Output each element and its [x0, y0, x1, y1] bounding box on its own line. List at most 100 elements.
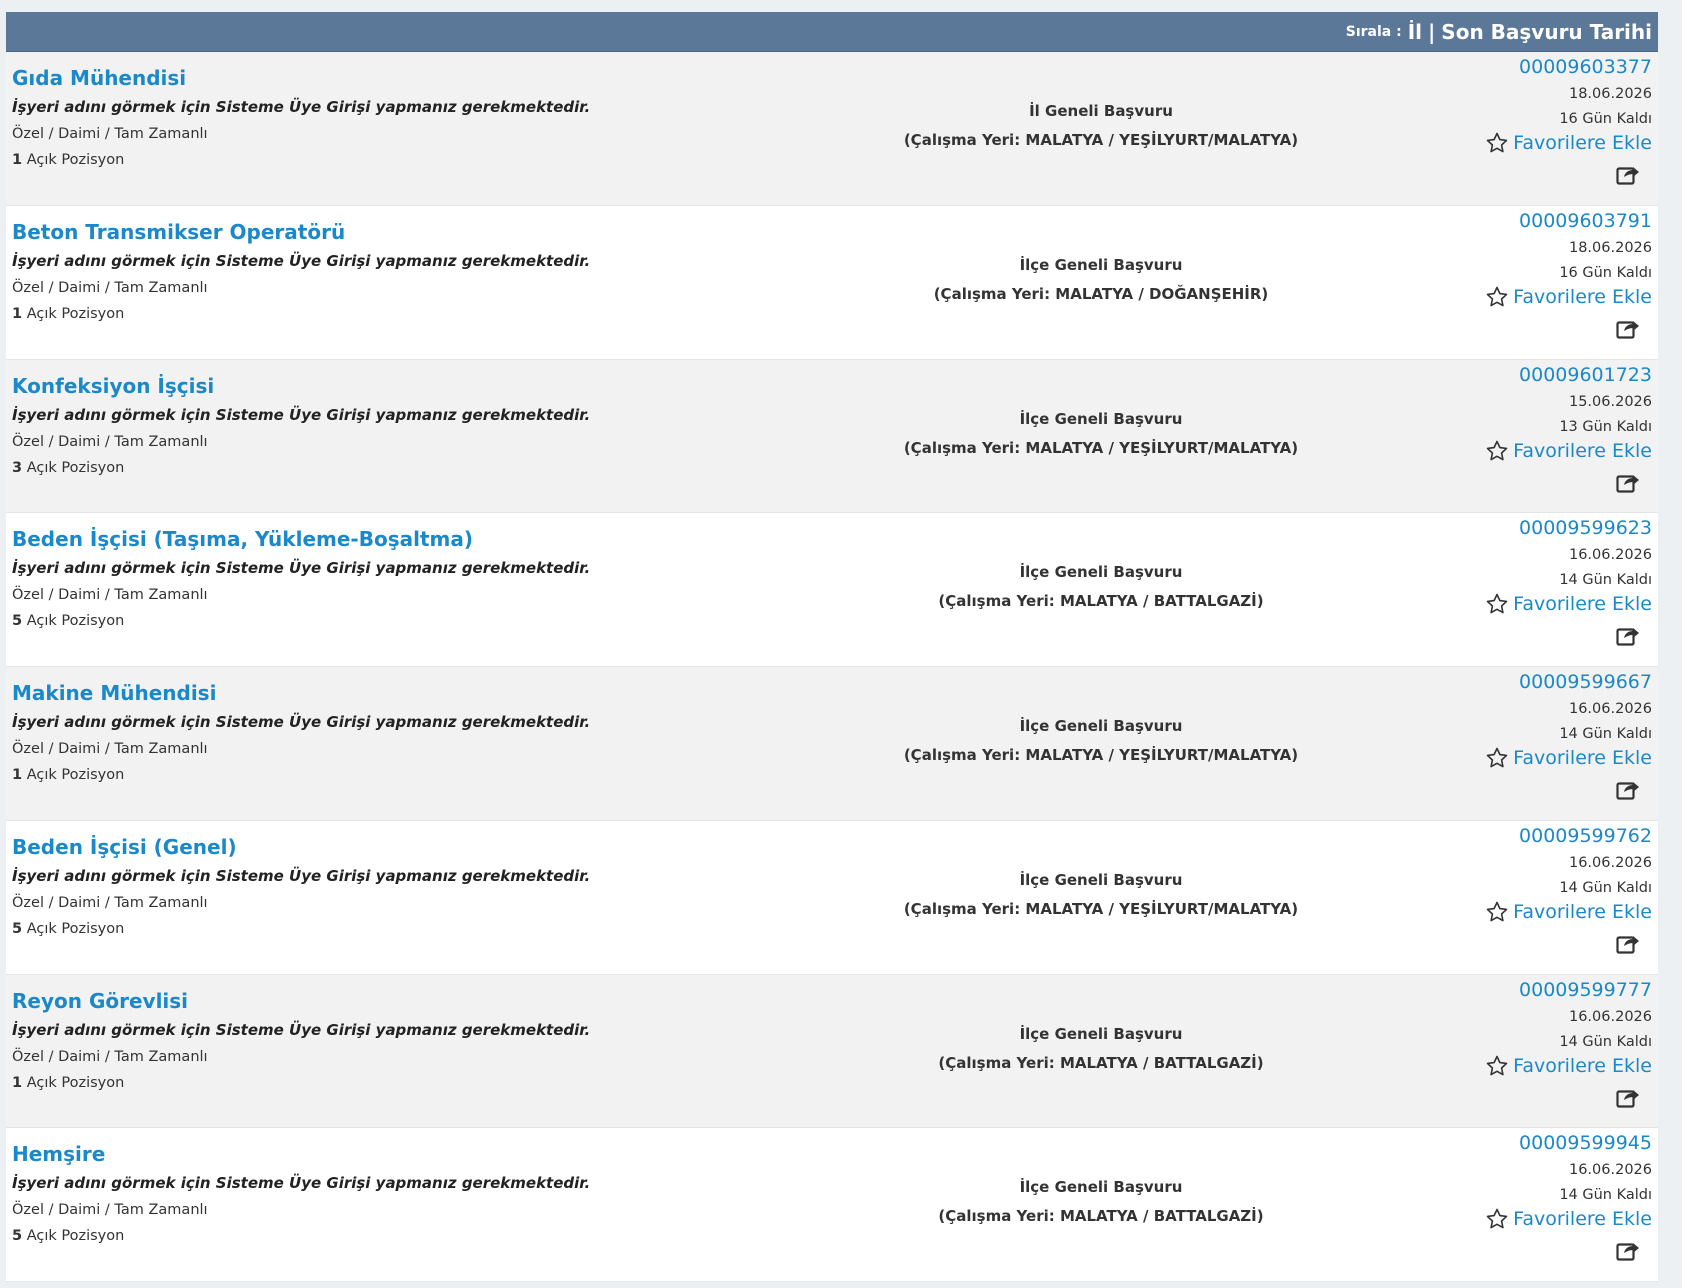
sort-bar: Sırala : İl | Son Başvuru Tarihi: [6, 12, 1658, 52]
job-meta: 00009601723 15.06.2026 13 Gün Kaldı Favo…: [1412, 364, 1652, 493]
employer-login-note: İşyeri adını görmek için Sisteme Üye Gir…: [12, 713, 591, 731]
sort-by-province[interactable]: İl: [1408, 20, 1422, 44]
application-scope: İlçe Geneli Başvuru (Çalışma Yeri: MALAT…: [786, 563, 1416, 610]
deadline-date: 18.06.2026: [1568, 239, 1652, 256]
add-to-favorites-button[interactable]: Favorilere Ekle: [1485, 439, 1652, 463]
job-info: Hemşire İşyeri adını görmek için Sisteme…: [12, 1142, 772, 1244]
listing-number-link[interactable]: 00009599667: [1519, 671, 1652, 693]
job-row: Makine Mühendisi İşyeri adını görmek içi…: [6, 667, 1658, 821]
open-positions: 1 Açık Pozisyon: [12, 767, 772, 783]
listing-number-link[interactable]: 00009601723: [1519, 364, 1652, 386]
employer-login-note: İşyeri adını görmek için Sisteme Üye Gir…: [12, 559, 591, 578]
job-meta: 00009599623 16.06.2026 14 Gün Kaldı Favo…: [1412, 517, 1652, 646]
listing-number-link[interactable]: 00009599762: [1519, 825, 1652, 847]
listing-number-link[interactable]: 00009599623: [1519, 517, 1652, 539]
favorites-label: Favorilere Ekle: [1513, 285, 1652, 308]
work-location: (Çalışma Yeri: MALATYA / BATTALGAZİ): [938, 1053, 1264, 1072]
open-positions: 3 Açık Pozisyon: [12, 460, 772, 476]
positions-label: Açık Pozisyon: [26, 767, 125, 783]
add-to-favorites-button[interactable]: Favorilere Ekle: [1485, 592, 1652, 616]
job-type: Özel / Daimi / Tam Zamanlı: [12, 279, 208, 296]
share-icon[interactable]: [1616, 317, 1640, 339]
job-title-link[interactable]: Beden İşçisi (Taşıma, Yükleme-Boşaltma): [12, 527, 473, 551]
share-icon[interactable]: [1616, 778, 1640, 800]
add-to-favorites-button[interactable]: Favorilere Ekle: [1485, 1207, 1652, 1231]
application-scope: İlçe Geneli Başvuru (Çalışma Yeri: MALAT…: [786, 410, 1416, 457]
scope-text: İlçe Geneli Başvuru: [1019, 717, 1183, 735]
job-meta: 00009599945 16.06.2026 14 Gün Kaldı Favo…: [1412, 1132, 1652, 1261]
days-left: 13 Gün Kaldı: [1559, 418, 1652, 435]
deadline-date: 16.06.2026: [1568, 854, 1652, 871]
listing-number-link[interactable]: 00009599777: [1519, 979, 1652, 1001]
deadline-date: 16.06.2026: [1568, 1162, 1652, 1179]
sort-label: Sırala :: [1345, 23, 1402, 40]
job-title-link[interactable]: Hemşire: [12, 1142, 105, 1166]
add-to-favorites-button[interactable]: Favorilere Ekle: [1485, 1054, 1652, 1078]
job-info: Beden İşçisi (Taşıma, Yükleme-Boşaltma) …: [12, 527, 772, 629]
positions-label: Açık Pozisyon: [26, 459, 125, 476]
listing-number-link[interactable]: 00009599945: [1519, 1132, 1652, 1154]
job-row: Konfeksiyon İşçisi İşyeri adını görmek i…: [6, 359, 1658, 514]
favorites-label: Favorilere Ekle: [1513, 1208, 1652, 1231]
job-row: Hemşire İşyeri adını görmek için Sisteme…: [6, 1128, 1658, 1282]
favorites-label: Favorilere Ekle: [1513, 593, 1652, 616]
employer-login-note: İşyeri adını görmek için Sisteme Üye Gir…: [12, 1174, 591, 1193]
star-outline-icon: [1486, 901, 1508, 922]
deadline-date: 15.06.2026: [1568, 393, 1652, 410]
job-meta: 00009599762 16.06.2026 14 Gün Kaldı Favo…: [1412, 825, 1652, 954]
star-outline-icon: [1486, 286, 1508, 307]
deadline-date: 16.06.2026: [1568, 547, 1652, 564]
positions-label: Açık Pozisyon: [26, 613, 125, 630]
days-left: 14 Gün Kaldı: [1559, 879, 1652, 896]
positions-label: Açık Pozisyon: [26, 305, 125, 322]
add-to-favorites-button[interactable]: Favorilere Ekle: [1485, 131, 1652, 155]
listing-number-link[interactable]: 00009603377: [1519, 56, 1652, 78]
job-list: Gıda Mühendisi İşyeri adını görmek için …: [6, 52, 1658, 1282]
scope-text: İlçe Geneli Başvuru: [1019, 1024, 1183, 1043]
job-row: Beton Transmikser Operatörü İşyeri adını…: [6, 205, 1658, 360]
application-scope: İl Geneli Başvuru (Çalışma Yeri: MALATYA…: [786, 102, 1416, 149]
share-icon[interactable]: [1616, 163, 1640, 185]
job-info: Beton Transmikser Operatörü İşyeri adını…: [12, 220, 772, 322]
share-icon[interactable]: [1616, 471, 1640, 493]
application-scope: İlçe Geneli Başvuru (Çalışma Yeri: MALAT…: [786, 717, 1416, 764]
application-scope: İlçe Geneli Başvuru (Çalışma Yeri: MALAT…: [786, 1178, 1416, 1225]
job-row: Gıda Mühendisi İşyeri adını görmek için …: [6, 52, 1658, 206]
add-to-favorites-button[interactable]: Favorilere Ekle: [1485, 285, 1652, 309]
job-row: Reyon Görevlisi İşyeri adını görmek için…: [6, 974, 1658, 1129]
sort-separator: |: [1427, 19, 1436, 44]
positions-count: 3: [12, 459, 23, 476]
favorites-label: Favorilere Ekle: [1513, 132, 1652, 154]
positions-label: Açık Pozisyon: [26, 152, 125, 168]
add-to-favorites-button[interactable]: Favorilere Ekle: [1485, 746, 1652, 770]
application-scope: İlçe Geneli Başvuru (Çalışma Yeri: MALAT…: [786, 1025, 1416, 1072]
sort-by-deadline[interactable]: Son Başvuru Tarihi: [1441, 20, 1652, 44]
job-meta: 00009599667 16.06.2026 14 Gün Kaldı Favo…: [1412, 671, 1652, 800]
application-scope: İlçe Geneli Başvuru (Çalışma Yeri: MALAT…: [786, 256, 1416, 303]
job-title-link[interactable]: Beden İşçisi (Genel): [12, 835, 237, 859]
star-outline-icon: [1486, 747, 1508, 768]
job-title-link[interactable]: Reyon Görevlisi: [12, 989, 188, 1013]
job-title-link[interactable]: Konfeksiyon İşçisi: [12, 374, 214, 398]
job-title-link[interactable]: Beton Transmikser Operatörü: [12, 220, 345, 244]
open-positions: 5 Açık Pozisyon: [12, 613, 772, 629]
positions-label: Açık Pozisyon: [26, 920, 125, 937]
scope-text: İlçe Geneli Başvuru: [1019, 255, 1183, 274]
share-icon[interactable]: [1616, 1239, 1640, 1261]
share-icon[interactable]: [1616, 932, 1640, 954]
days-left: 14 Gün Kaldı: [1559, 726, 1652, 742]
add-to-favorites-button[interactable]: Favorilere Ekle: [1485, 900, 1652, 924]
positions-count: 5: [12, 1228, 23, 1245]
star-outline-icon: [1486, 1208, 1508, 1229]
listing-number-link[interactable]: 00009603791: [1519, 210, 1652, 232]
share-icon[interactable]: [1616, 1086, 1640, 1108]
share-icon[interactable]: [1616, 624, 1640, 646]
open-positions: 1 Açık Pozisyon: [12, 152, 772, 168]
deadline-date: 16.06.2026: [1568, 1008, 1652, 1025]
job-type: Özel / Daimi / Tam Zamanlı: [12, 126, 208, 142]
positions-count: 5: [12, 920, 23, 937]
deadline-date: 16.06.2026: [1568, 701, 1652, 717]
job-listing-panel: Sırala : İl | Son Başvuru Tarihi Gıda Mü…: [6, 12, 1658, 1282]
job-title-link[interactable]: Gıda Mühendisi: [12, 66, 186, 90]
job-title-link[interactable]: Makine Mühendisi: [12, 681, 216, 705]
